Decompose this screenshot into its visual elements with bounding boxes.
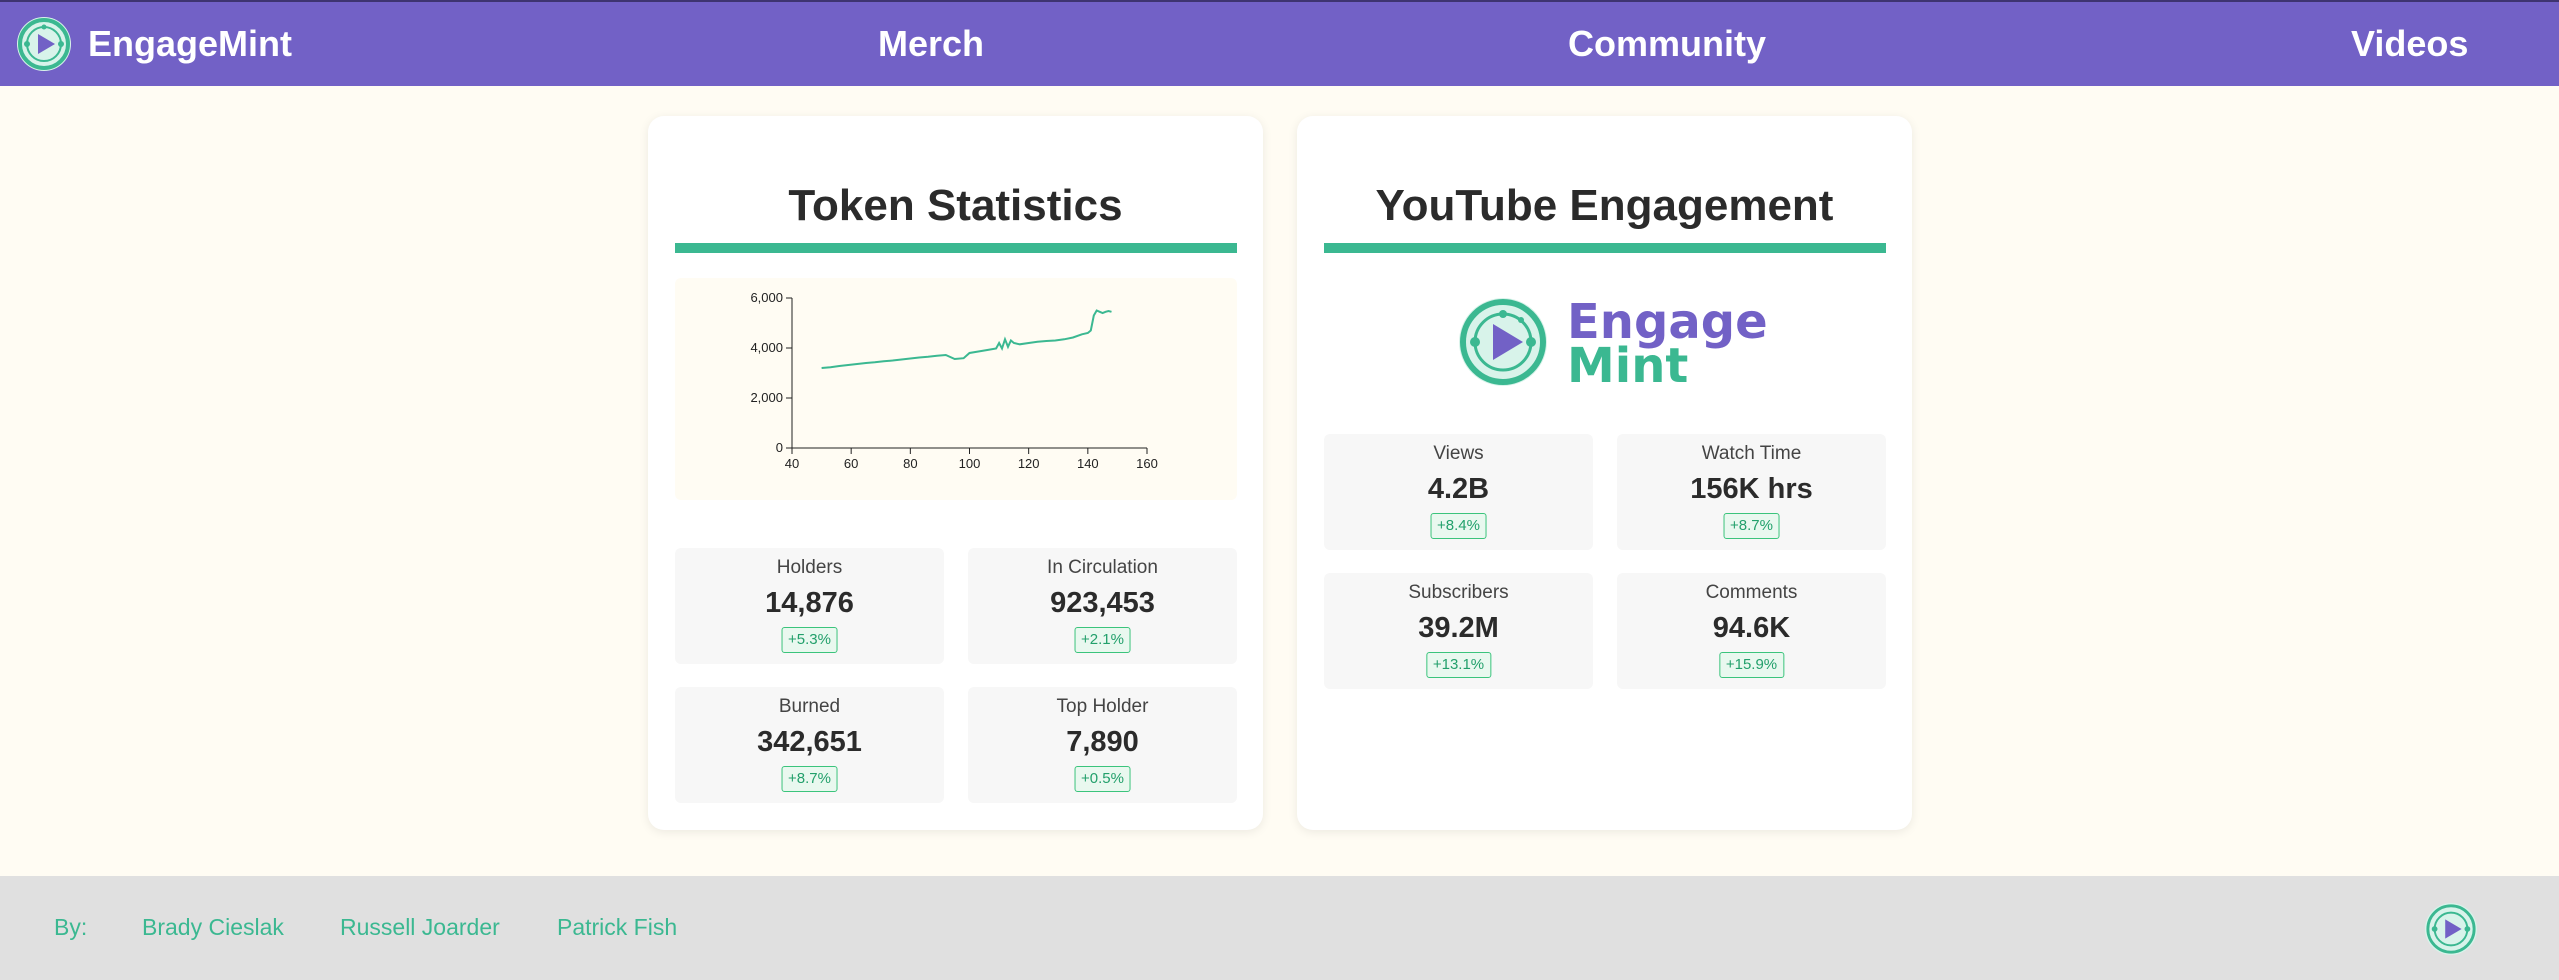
stat-label: Views [1433, 443, 1484, 464]
stat-value: 923,453 [1050, 587, 1155, 619]
y-tick-label: 2,000 [750, 390, 783, 405]
x-tick-label: 160 [1136, 456, 1158, 471]
stat-change-badge: +5.3% [781, 627, 838, 653]
footer-author-link[interactable]: Brady Cieslak [142, 914, 284, 941]
stat-value: 94.6K [1712, 612, 1791, 644]
stat-value: 4.2B [1427, 473, 1490, 505]
stat-label: In Circulation [1047, 557, 1158, 578]
top-nav: EngageMint Merch Community Videos [0, 0, 2559, 86]
token-series-line [821, 309, 1112, 369]
stat-change-badge: +15.9% [1718, 652, 1785, 678]
stat-change-badge: +8.7% [1723, 513, 1780, 539]
y-tick-label: 6,000 [750, 290, 783, 305]
stat-change-badge: +8.7% [781, 766, 838, 792]
x-tick-label: 100 [959, 456, 981, 471]
stat-change-badge: +13.1% [1425, 652, 1492, 678]
stat-views: Views 4.2B +8.4% [1324, 434, 1593, 550]
title-divider [1324, 243, 1886, 253]
card-title: YouTube Engagement [1375, 181, 1834, 230]
stat-label: Top Holder [1056, 696, 1149, 717]
stat-label: Subscribers [1408, 582, 1509, 603]
stat-label: Burned [778, 696, 841, 717]
brand-name[interactable]: EngageMint [88, 22, 292, 66]
stat-value: 39.2M [1418, 612, 1499, 644]
footer-by-label: By: [54, 914, 88, 940]
stat-value: 342,651 [757, 726, 862, 758]
engagemint-logo-icon [1459, 298, 1547, 386]
stat-change-badge: +8.4% [1430, 513, 1487, 539]
token-line-chart: 40 60 80 100 120 140 160 0 2,000 4,000 6,000 [750, 290, 1158, 471]
x-tick-label: 40 [785, 456, 799, 471]
y-tick-label: 0 [776, 440, 783, 455]
stat-value: 7,890 [1066, 726, 1139, 758]
title-divider [675, 243, 1237, 253]
stat-label: Comments [1705, 582, 1798, 603]
stat-subscribers: Subscribers 39.2M +13.1% [1324, 573, 1593, 689]
youtube-engagement-card: YouTube Engagement Engage Mint Views 4.2… [1297, 116, 1912, 830]
engagemint-logo-icon[interactable] [16, 16, 72, 72]
footer: By: Brady Cieslak Russell Joarder Patric… [0, 876, 2559, 980]
nav-link-community[interactable]: Community [1568, 22, 1766, 66]
footer-author-link[interactable]: Patrick Fish [557, 914, 677, 941]
stat-burned: Burned 342,651 +8.7% [675, 687, 944, 803]
y-tick-label: 4,000 [750, 340, 783, 355]
x-tick-label: 140 [1077, 456, 1099, 471]
stat-label: Watch Time [1701, 443, 1802, 464]
footer-logo-icon[interactable] [2424, 902, 2478, 956]
stat-label: Holders [776, 557, 843, 578]
stat-top-holder: Top Holder 7,890 +0.5% [968, 687, 1237, 803]
wordmark-mint: Mint [1567, 338, 1689, 394]
stat-watch-time: Watch Time 156K hrs +8.7% [1617, 434, 1886, 550]
x-tick-label: 60 [844, 456, 858, 471]
stat-in-circulation: In Circulation 923,453 +2.1% [968, 548, 1237, 664]
stat-value: 14,876 [765, 587, 854, 619]
stat-holders: Holders 14,876 +5.3% [675, 548, 944, 664]
nav-link-merch[interactable]: Merch [878, 22, 984, 66]
stat-value: 156K hrs [1690, 473, 1813, 505]
x-tick-label: 80 [903, 456, 917, 471]
stat-change-badge: +0.5% [1074, 766, 1131, 792]
footer-author-link[interactable]: Russell Joarder [340, 914, 500, 941]
x-tick-label: 120 [1018, 456, 1040, 471]
token-chart: 40 60 80 100 120 140 160 0 2,000 4,000 6,000 [675, 278, 1237, 500]
card-title: Token Statistics [788, 181, 1123, 230]
nav-link-videos[interactable]: Videos [2351, 22, 2468, 66]
engagemint-wordmark: Engage Mint [1457, 296, 1768, 394]
stat-change-badge: +2.1% [1074, 627, 1131, 653]
token-statistics-card: Token Statistics 40 60 80 100 120 140 160 0 2,00… [648, 116, 1263, 830]
stat-comments: Comments 94.6K +15.9% [1617, 573, 1886, 689]
